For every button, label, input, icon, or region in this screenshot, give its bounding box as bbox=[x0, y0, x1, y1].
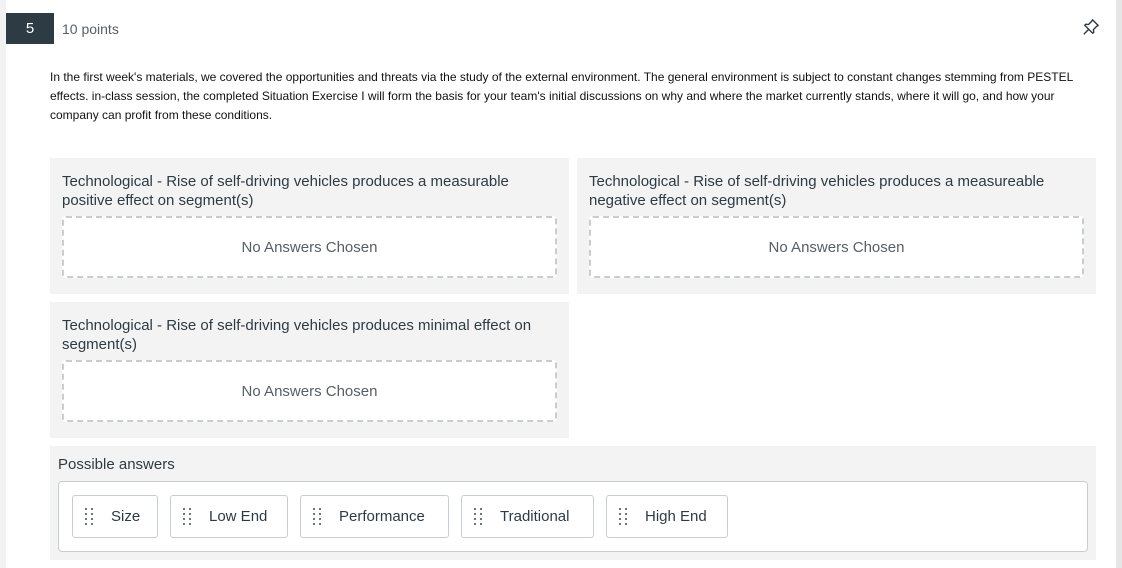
answer-chip-low-end[interactable]: Low End bbox=[170, 495, 288, 538]
question-prompt: In the first week's materials, we covere… bbox=[50, 70, 1073, 122]
drag-handle-icon[interactable] bbox=[85, 507, 95, 526]
question-points: 10 points bbox=[62, 21, 119, 37]
quiz-question-card: 5 10 points In the first week's material… bbox=[6, 0, 1116, 568]
possible-answers-panel: Possible answers Size Low End Performanc… bbox=[50, 446, 1096, 560]
answer-dropzone[interactable]: No Answers Chosen bbox=[589, 216, 1084, 278]
category-title: Technological - Rise of self-driving veh… bbox=[62, 173, 509, 209]
answer-label: Performance bbox=[339, 508, 425, 525]
category-title: Technological - Rise of self-driving veh… bbox=[589, 173, 1045, 209]
category-positive: Technological - Rise of self-driving veh… bbox=[50, 158, 569, 294]
answer-label: Size bbox=[111, 508, 141, 525]
answer-dropzone[interactable]: No Answers Chosen bbox=[62, 360, 557, 422]
pin-icon[interactable] bbox=[1082, 18, 1100, 36]
answer-chip-performance[interactable]: Performance bbox=[300, 495, 449, 538]
possible-answers-title: Possible answers bbox=[58, 456, 175, 473]
category-minimal: Technological - Rise of self-driving veh… bbox=[50, 302, 569, 438]
answer-chip-size[interactable]: Size bbox=[72, 495, 158, 538]
question-number: 5 bbox=[6, 13, 54, 44]
drag-handle-icon[interactable] bbox=[313, 507, 323, 526]
category-title: Technological - Rise of self-driving veh… bbox=[62, 317, 532, 353]
scrollbar[interactable] bbox=[1116, 0, 1122, 568]
drag-handle-icon[interactable] bbox=[183, 507, 193, 526]
answer-chip-traditional[interactable]: Traditional bbox=[461, 495, 594, 538]
answer-label: Traditional bbox=[500, 508, 570, 525]
answer-chip-high-end[interactable]: High End bbox=[606, 495, 728, 538]
drag-handle-icon[interactable] bbox=[619, 507, 629, 526]
answer-dropzone[interactable]: No Answers Chosen bbox=[62, 216, 557, 278]
answer-label: Low End bbox=[209, 508, 268, 525]
answers-container: Size Low End Performance Traditional Hig… bbox=[58, 481, 1088, 552]
category-negative: Technological - Rise of self-driving veh… bbox=[577, 158, 1096, 294]
answer-label: High End bbox=[645, 508, 707, 525]
drag-handle-icon[interactable] bbox=[474, 507, 484, 526]
